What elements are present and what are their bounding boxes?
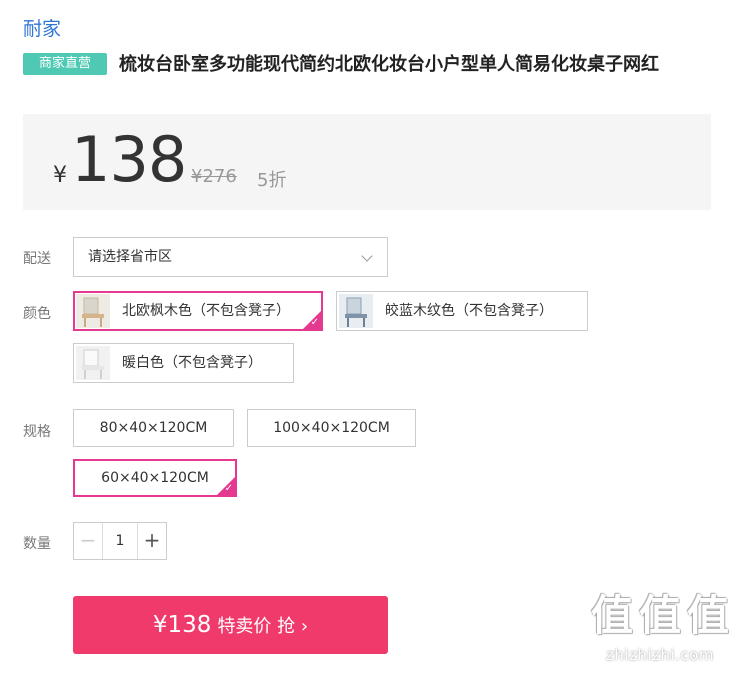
product-thumbnail bbox=[339, 294, 373, 328]
color-label: 颜色 bbox=[23, 306, 51, 322]
color-option-warm-white[interactable]: 暖白色（不包含凳子） bbox=[73, 343, 294, 383]
color-option-nordic-maple[interactable]: 北欧枫木色（不包含凳子） ✓ bbox=[73, 291, 323, 331]
chevron-down-icon bbox=[361, 250, 373, 262]
buy-button[interactable]: ¥138 特卖价 抢 › bbox=[73, 596, 388, 654]
brand-link[interactable]: 耐家 bbox=[23, 14, 61, 41]
region-select-placeholder: 请选择省市区 bbox=[88, 249, 172, 265]
spec-option-80[interactable]: 80×40×120CM bbox=[73, 409, 234, 447]
watermark-glyph: 值 bbox=[686, 591, 729, 640]
quantity-label: 数量 bbox=[23, 536, 51, 552]
watermark-glyph: 值 bbox=[590, 591, 633, 640]
product-thumbnail bbox=[76, 346, 110, 380]
quantity-stepper: − 1 + bbox=[73, 522, 167, 560]
check-icon: ✓ bbox=[224, 483, 233, 494]
watermark-text: zhizhizhi.com bbox=[606, 646, 714, 664]
color-option-label: 北欧枫木色（不包含凳子） bbox=[122, 303, 290, 319]
original-price: ¥276 bbox=[191, 166, 237, 187]
spec-option-label: 60×40×120CM bbox=[101, 470, 209, 486]
color-option-label: 皎蓝木纹色（不包含凳子） bbox=[385, 303, 553, 319]
spec-option-60[interactable]: 60×40×120CM ✓ bbox=[73, 459, 237, 497]
price-currency: ¥ bbox=[53, 163, 67, 188]
increment-button[interactable]: + bbox=[137, 523, 166, 559]
buy-button-price: ¥138 bbox=[152, 612, 212, 638]
current-price: 138 bbox=[71, 123, 187, 196]
shipping-label: 配送 bbox=[23, 251, 51, 267]
product-title: 梳妆台卧室多功能现代简约北欧化妆台小户型单人简易化妆桌子网红 bbox=[119, 54, 659, 75]
region-select[interactable]: 请选择省市区 bbox=[73, 237, 388, 277]
discount-badge: 5折 bbox=[257, 170, 287, 191]
buy-button-label: 特卖价 抢 › bbox=[217, 616, 309, 637]
watermark-glyph: 值 bbox=[638, 591, 681, 640]
color-option-label: 暖白色（不包含凳子） bbox=[122, 355, 262, 371]
merchant-tag: 商家直营 bbox=[23, 53, 107, 75]
decrement-button[interactable]: − bbox=[74, 523, 103, 559]
site-watermark: 值 值 值 zhizhizhi.com bbox=[586, 590, 734, 670]
quantity-input[interactable]: 1 bbox=[103, 523, 137, 559]
product-thumbnail bbox=[76, 294, 110, 328]
check-icon: ✓ bbox=[310, 317, 319, 328]
spec-label: 规格 bbox=[23, 424, 51, 440]
color-option-blue-wood[interactable]: 皎蓝木纹色（不包含凳子） bbox=[336, 291, 588, 331]
spec-option-100[interactable]: 100×40×120CM bbox=[247, 409, 416, 447]
